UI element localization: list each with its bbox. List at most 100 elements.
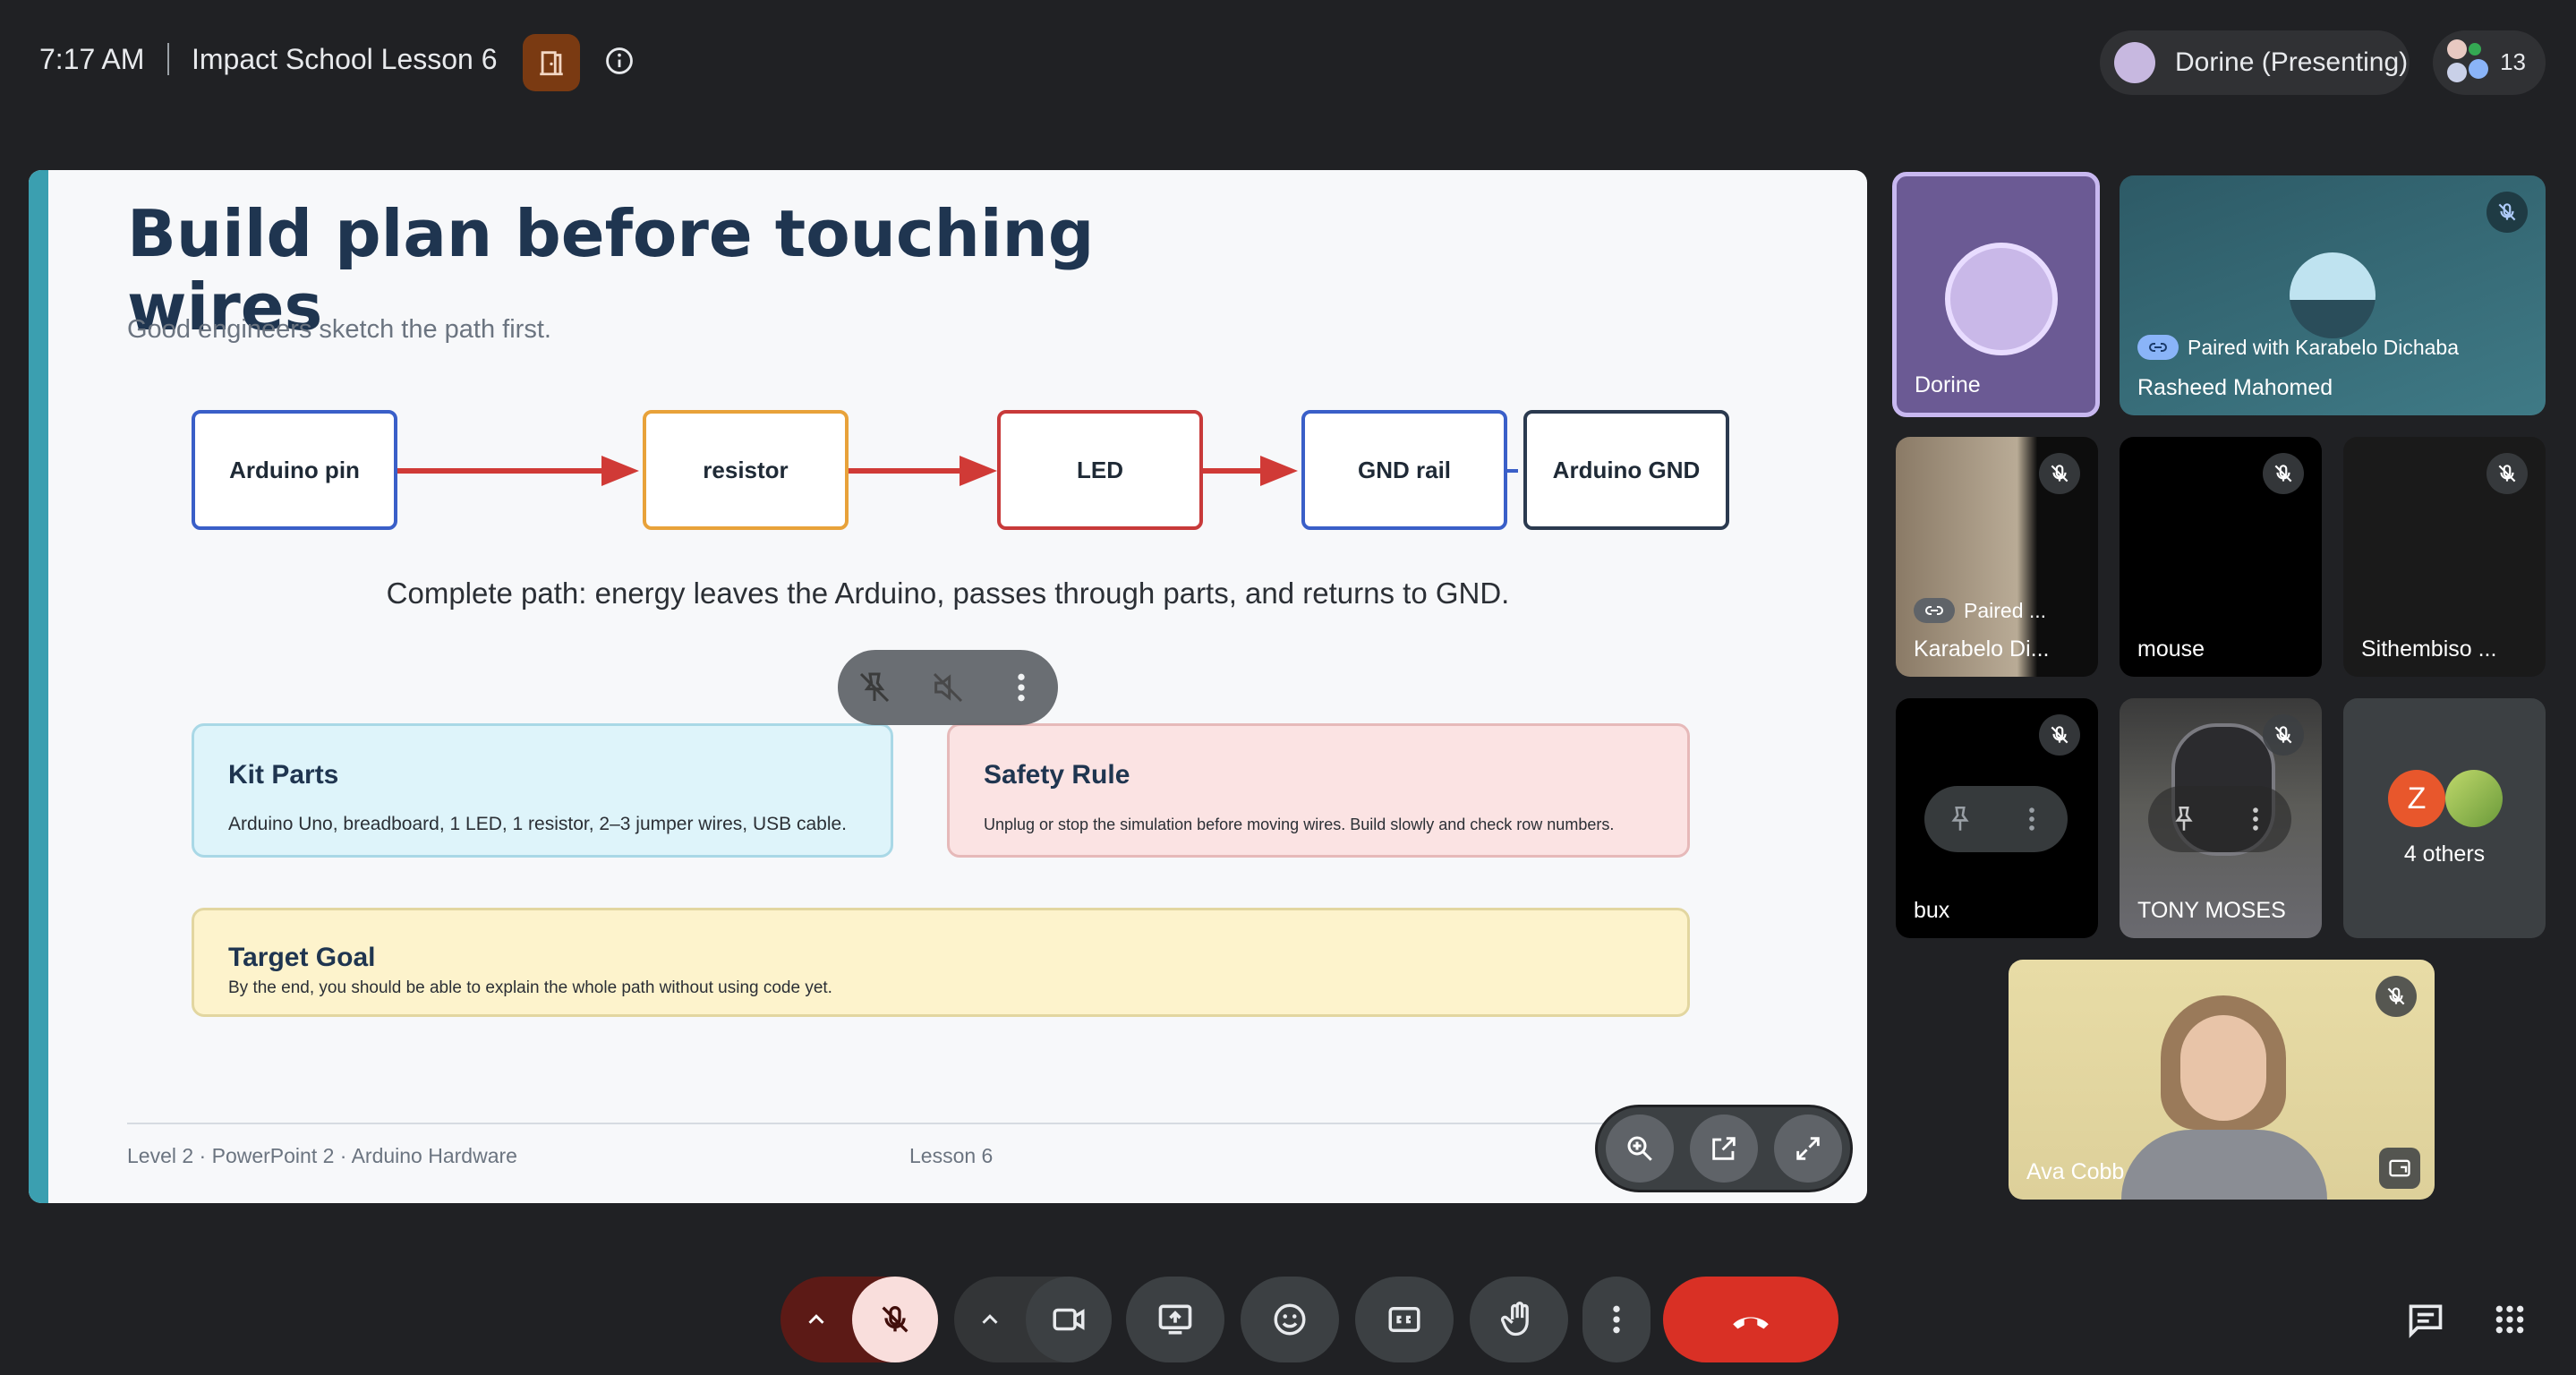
flow-connector: [1507, 469, 1518, 473]
participant-tile-bux[interactable]: bux: [1896, 698, 2098, 938]
participant-tile-mouse[interactable]: mouse: [2120, 437, 2322, 677]
mic-muted-indicator: [2486, 453, 2528, 494]
more-vert-icon[interactable]: [2017, 804, 2047, 834]
mic-muted-indicator: [2376, 976, 2417, 1017]
paired-indicator: Paired ...: [1914, 598, 2046, 623]
presentation-more-button[interactable]: [1001, 667, 1042, 708]
audio-options-button[interactable]: [780, 1306, 852, 1333]
pin-icon[interactable]: [2169, 804, 2199, 834]
mic-muted-indicator: [2263, 453, 2304, 494]
slide-footer-left: Level 2 · PowerPoint 2 · Arduino Hardwar…: [127, 1144, 517, 1167]
avatar: [1945, 243, 2058, 355]
card-safety-rule: Safety Rule Unplug or stop the simulatio…: [947, 723, 1690, 858]
others-label: 4 others: [2403, 841, 2486, 867]
mic-off-icon: [882, 1305, 908, 1333]
chevron-up-icon: [982, 1314, 998, 1324]
participant-tile-rasheed[interactable]: Paired with Karabelo Dichaba Rasheed Mah…: [2120, 175, 2546, 415]
participant-tile-karabelo[interactable]: Paired ... Karabelo Di...: [1896, 437, 2098, 677]
microphone-toggle-button[interactable]: [852, 1277, 938, 1362]
expand-icon: [1796, 1137, 1820, 1160]
mic-off-icon: [2498, 203, 2516, 221]
card-title: Kit Parts: [228, 760, 339, 790]
videocam-icon: [1053, 1308, 1085, 1331]
breakout-rooms-button[interactable]: [523, 34, 580, 91]
mic-off-icon: [2051, 726, 2068, 744]
participant-tile-sithembiso[interactable]: Sithembiso ...: [2343, 437, 2546, 677]
participant-name: Dorine: [1915, 372, 1981, 397]
raise-hand-button[interactable]: [1470, 1277, 1568, 1362]
avatar: Z: [2388, 770, 2445, 827]
paired-label: Paired with Karabelo Dichaba: [2188, 335, 2460, 359]
chat-icon: [2409, 1304, 2443, 1338]
chevron-up-icon: [808, 1314, 824, 1324]
people-button[interactable]: 13: [2433, 30, 2546, 95]
flow-box-arduino-pin: Arduino pin: [192, 410, 397, 530]
more-vert-icon[interactable]: [2240, 804, 2271, 834]
flow-arrowhead: [601, 456, 639, 486]
zoom-button[interactable]: [1606, 1115, 1674, 1183]
avatar: [2290, 252, 2376, 338]
presenter-chip[interactable]: Dorine (Presenting): [2100, 30, 2410, 95]
meeting-info-button[interactable]: [601, 43, 637, 79]
mic-off-icon: [2051, 465, 2068, 483]
participant-tile-dorine[interactable]: Dorine: [1892, 172, 2100, 417]
captions-button[interactable]: [1355, 1277, 1454, 1362]
pin-icon[interactable]: [1945, 804, 1975, 834]
open-in-new-window-button[interactable]: [1690, 1115, 1758, 1183]
flow-arrowhead: [1260, 456, 1298, 486]
card-title: Safety Rule: [984, 760, 1130, 790]
mic-off-icon: [2387, 987, 2405, 1005]
meeting-clock: 7:17 AM: [39, 43, 145, 75]
fullscreen-button[interactable]: [1774, 1115, 1842, 1183]
info-icon: [606, 47, 633, 74]
tile-hover-controls: [2148, 786, 2291, 852]
slide-footer-divider: [127, 1123, 1661, 1124]
link-icon: [2149, 343, 2167, 352]
activities-button[interactable]: [2490, 1300, 2529, 1339]
link-icon: [1925, 606, 1943, 615]
video-options-button[interactable]: [954, 1306, 1026, 1333]
hand-icon: [1500, 1302, 1529, 1337]
camera-toggle-button[interactable]: [1026, 1277, 1112, 1362]
tile-hover-controls: [1924, 786, 2068, 852]
picture-in-picture-icon: [2389, 1159, 2410, 1177]
leave-call-button[interactable]: [1663, 1277, 1838, 1362]
mic-off-icon: [2274, 465, 2292, 483]
self-view-frame-button[interactable]: [2379, 1148, 2420, 1189]
camera-control-group: [954, 1277, 1112, 1362]
slide-footer-center: Lesson 6: [909, 1144, 994, 1167]
reactions-button[interactable]: [1241, 1277, 1339, 1362]
unpin-icon: [859, 672, 890, 703]
mic-control-group: [780, 1277, 938, 1362]
participant-count: 13: [2500, 48, 2526, 75]
participant-tile-others[interactable]: Z 4 others: [2343, 698, 2546, 938]
zoom-in-icon: [1627, 1136, 1652, 1161]
call-end-icon: [1733, 1317, 1769, 1329]
flow-caption: Complete path: energy leaves the Arduino…: [386, 576, 1510, 610]
mute-presentation-audio-button[interactable]: [927, 667, 968, 708]
unpin-button[interactable]: [854, 667, 895, 708]
participant-video: [2180, 1015, 2266, 1121]
participant-name: Ava Cobb: [2026, 1159, 2125, 1184]
participant-name: TONY MOSES: [2137, 898, 2286, 923]
participant-name: bux: [1914, 898, 1950, 923]
participant-tile-ava-cobb[interactable]: Ava Cobb: [2009, 960, 2435, 1200]
participant-name: Sithembiso ...: [2361, 636, 2497, 662]
flow-arrow: [397, 468, 621, 474]
participant-video: [2121, 1130, 2327, 1200]
participant-tile-tony-moses[interactable]: TONY MOSES: [2120, 698, 2322, 938]
present-screen-button[interactable]: [1126, 1277, 1224, 1362]
closed-caption-icon: [1388, 1307, 1420, 1332]
more-options-button[interactable]: [1582, 1277, 1651, 1362]
more-vert-icon: [1613, 1305, 1620, 1334]
avatar: [2447, 39, 2467, 59]
presentation-controls: [838, 650, 1058, 725]
avatar: [2447, 63, 2467, 82]
card-text: By the end, you should be able to explai…: [228, 978, 832, 997]
mic-off-icon: [2498, 465, 2516, 483]
mic-muted-indicator: [2263, 714, 2304, 756]
card-text: Arduino Uno, breadboard, 1 LED, 1 resist…: [228, 814, 848, 834]
mic-off-icon: [2274, 726, 2292, 744]
chat-button[interactable]: [2406, 1300, 2445, 1339]
mic-muted-indicator: [2039, 453, 2080, 494]
